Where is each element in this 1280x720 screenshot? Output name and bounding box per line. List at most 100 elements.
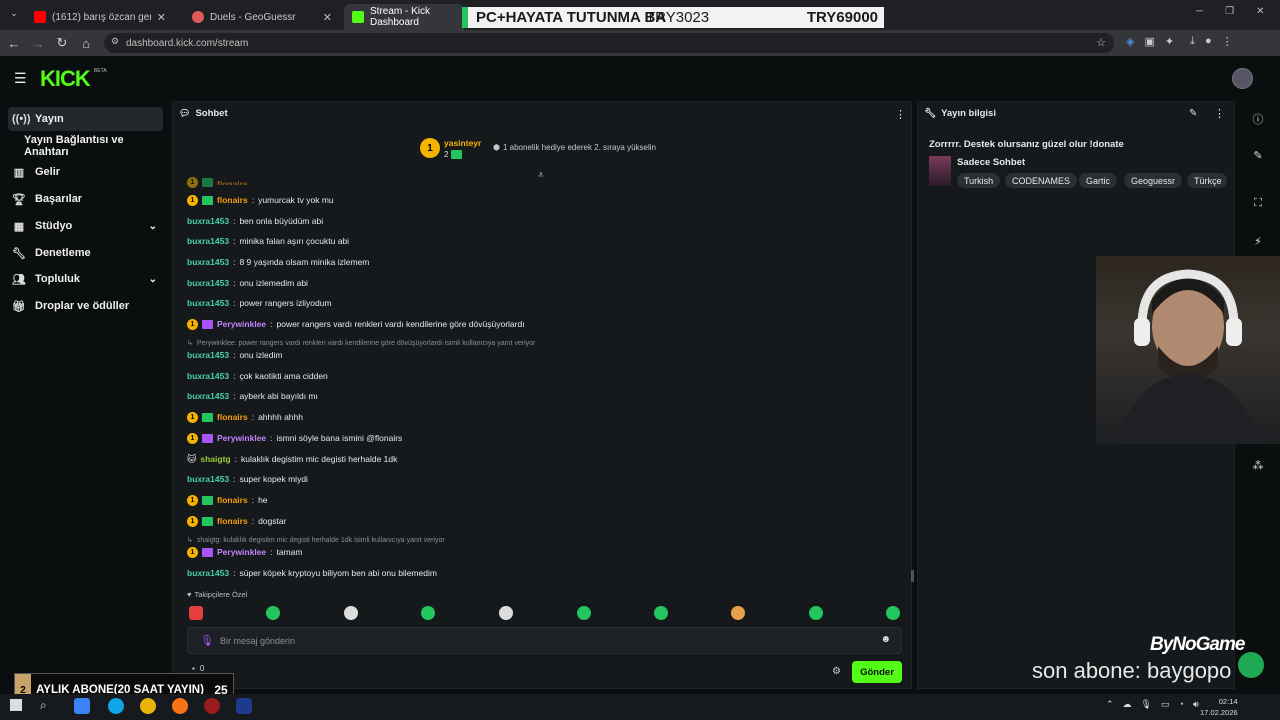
emote-kick-icon[interactable] — [421, 606, 435, 620]
extensions-icon[interactable]: ✦ — [1165, 35, 1174, 48]
obs-icon[interactable] — [204, 698, 220, 714]
mic-tray-icon[interactable]: 🎙︎ — [1141, 699, 1152, 710]
chat-username[interactable]: buxra1453 — [187, 278, 229, 288]
hamburger-menu-icon[interactable]: ☰ — [14, 70, 27, 87]
firefox-icon[interactable] — [172, 698, 188, 714]
chat-username[interactable]: buxra1453 — [187, 568, 229, 578]
lightning-icon[interactable]: ⚡︎ — [1248, 235, 1268, 248]
sidebar — [0, 100, 170, 665]
sidebar-item-stream-key[interactable]: Yayın Bağlantısı ve Anahtarı — [8, 134, 163, 158]
chat-settings-gear-icon[interactable]: ⚙ — [832, 666, 841, 677]
emote-ball-icon[interactable] — [499, 606, 513, 620]
rank-badge: 1 — [420, 138, 440, 158]
list-item: 1 Perywinklee: ismni söyle bana ismini @… — [187, 430, 402, 446]
chat-menu-kebab-icon[interactable]: ⋮ — [895, 108, 906, 121]
goal-current: TRY3023 — [646, 9, 710, 26]
volume-icon[interactable]: 🔊︎ — [1193, 699, 1199, 710]
top-gifter-name[interactable]: yasinteyr — [444, 138, 481, 148]
kick-logo[interactable]: KICK — [40, 66, 91, 92]
chat-username[interactable]: flonairs — [217, 179, 248, 185]
menu-kebab-icon[interactable]: ⋮ — [1222, 35, 1233, 48]
chat-username[interactable]: buxra1453 — [187, 474, 229, 484]
reload-icon[interactable]: ↻ — [50, 35, 74, 51]
emote-kick-icon[interactable] — [266, 606, 280, 620]
battery-icon[interactable]: ▭ — [1161, 699, 1170, 710]
taskbar-clock[interactable]: 02:14 17.02.2026 — [1200, 696, 1238, 718]
tab-search-chevron-icon[interactable]: ⌄ — [2, 8, 26, 19]
chat-username[interactable]: flonairs — [217, 516, 248, 526]
emote-ball-icon[interactable] — [344, 606, 358, 620]
site-info-icon[interactable]: ⚙ — [111, 36, 119, 47]
chat-username[interactable]: flonairs — [217, 412, 248, 422]
sidebar-item-droplar[interactable]: 🎁︎ Droplar ve ödüller — [8, 294, 163, 318]
start-icon[interactable] — [10, 699, 22, 711]
chat-username[interactable]: buxra1453 — [187, 371, 229, 381]
chat-username[interactable]: flonairs — [217, 495, 248, 505]
chat-bubble-icon: 💬︎ — [179, 108, 191, 118]
close-icon[interactable]: ✕ — [157, 11, 166, 24]
home-icon[interactable]: ⌂ — [74, 36, 98, 51]
minimize-icon[interactable]: ─ — [1196, 6, 1203, 17]
emote-kick-icon[interactable] — [654, 606, 668, 620]
user-avatar[interactable] — [1232, 68, 1253, 89]
share-icon[interactable]: ⁂ — [1248, 459, 1268, 472]
sidebar-item-topluluk[interactable]: 👥︎ Topluluk ⌄ — [8, 267, 163, 291]
emote-kick-icon[interactable] — [577, 606, 591, 620]
pencil-icon[interactable]: ✎ — [1248, 149, 1268, 162]
forward-icon[interactable]: → — [26, 36, 50, 51]
chat-username[interactable]: buxra1453 — [187, 350, 229, 360]
search-icon[interactable]: ⌕ — [40, 698, 47, 713]
chat-username[interactable]: Perywinklee — [217, 433, 266, 443]
bookmark-star-icon[interactable]: ☆ — [1096, 36, 1106, 49]
chat-username[interactable]: buxra1453 — [187, 391, 229, 401]
info-circle-icon[interactable]: ⓘ — [1248, 111, 1268, 127]
download-icon[interactable]: ⤓ — [1190, 35, 1195, 48]
sidebar-item-basarilar[interactable]: 🏆︎ Başarılar — [8, 187, 163, 211]
profile-icon[interactable]: ● — [1205, 35, 1212, 48]
back-icon[interactable]: ← — [2, 36, 26, 51]
chat-message-input[interactable]: 🎙︎ Bir mesaj gönderin ☻ — [187, 627, 902, 654]
info-menu-kebab-icon[interactable]: ⋮ — [1214, 107, 1225, 120]
chat-username[interactable]: shaigtg — [200, 454, 230, 464]
category-name[interactable]: Sadece Sohbet — [957, 157, 1025, 168]
steam-icon[interactable] — [236, 698, 252, 714]
close-icon[interactable]: ✕ — [323, 11, 332, 24]
chat-username[interactable]: flonairs — [217, 195, 248, 205]
chat-username[interactable]: Perywinklee — [217, 547, 266, 557]
emote-kick-icon[interactable] — [886, 606, 900, 620]
chat-username[interactable]: buxra1453 — [187, 216, 229, 226]
edge-icon[interactable] — [108, 698, 124, 714]
maximize-icon[interactable]: ❐ — [1225, 6, 1234, 17]
url-input[interactable]: ⚙ dashboard.kick.com/stream ☆ — [104, 33, 1114, 53]
cloud-icon[interactable]: ☁ — [1123, 699, 1132, 710]
sidebar-item-yayin[interactable]: ((•)) Yayın — [8, 107, 163, 131]
collapse-pinned-icon[interactable]: ⩡ — [538, 170, 544, 181]
tab-youtube[interactable]: (1612) barış özcan gereksiz sarı ✕ — [26, 4, 174, 30]
sidebar-item-gelir[interactable]: ▥ Gelir — [8, 160, 163, 184]
sidebar-item-denetleme[interactable]: 🔧︎ Denetleme — [8, 241, 163, 265]
tray-chevron-up-icon[interactable]: ⌃ — [1106, 699, 1114, 710]
emote-angry-icon[interactable] — [189, 606, 203, 620]
emote-kick-icon[interactable] — [809, 606, 823, 620]
window-close-icon[interactable]: ✕ — [1256, 6, 1264, 17]
scan-icon[interactable]: ⛶ — [1248, 197, 1268, 210]
chat-scrollbar[interactable] — [911, 570, 914, 582]
emoji-picker-icon[interactable]: ☻ — [880, 634, 891, 645]
microphone-icon[interactable]: 🎙︎ — [200, 634, 214, 647]
emote-face-icon[interactable] — [731, 606, 745, 620]
screenshot-icon[interactable]: ▣ — [1144, 35, 1154, 48]
cast-icon[interactable]: ◈ — [1126, 35, 1134, 48]
chat-username[interactable]: buxra1453 — [187, 298, 229, 308]
chat-username[interactable]: Perywinklee — [217, 319, 266, 329]
edit-pencil-icon[interactable]: ✎ — [1189, 108, 1197, 119]
app-icon[interactable] — [74, 698, 90, 714]
chat-username[interactable]: buxra1453 — [187, 236, 229, 246]
chat-username[interactable]: buxra1453 — [187, 257, 229, 267]
send-button[interactable]: Gönder — [852, 661, 902, 683]
chrome-icon[interactable] — [140, 698, 156, 714]
wrench-icon: 🔧︎ — [12, 247, 26, 260]
tab-kick-dashboard[interactable]: Stream - Kick Dashboard — [344, 4, 464, 30]
sidebar-item-studyo[interactable]: ▦ Stüdyo ⌄ — [8, 214, 163, 238]
tab-geoguessr[interactable]: Duels - GeoGuessr ✕ — [184, 4, 340, 30]
wifi-icon[interactable]: ◔ — [1179, 699, 1184, 710]
